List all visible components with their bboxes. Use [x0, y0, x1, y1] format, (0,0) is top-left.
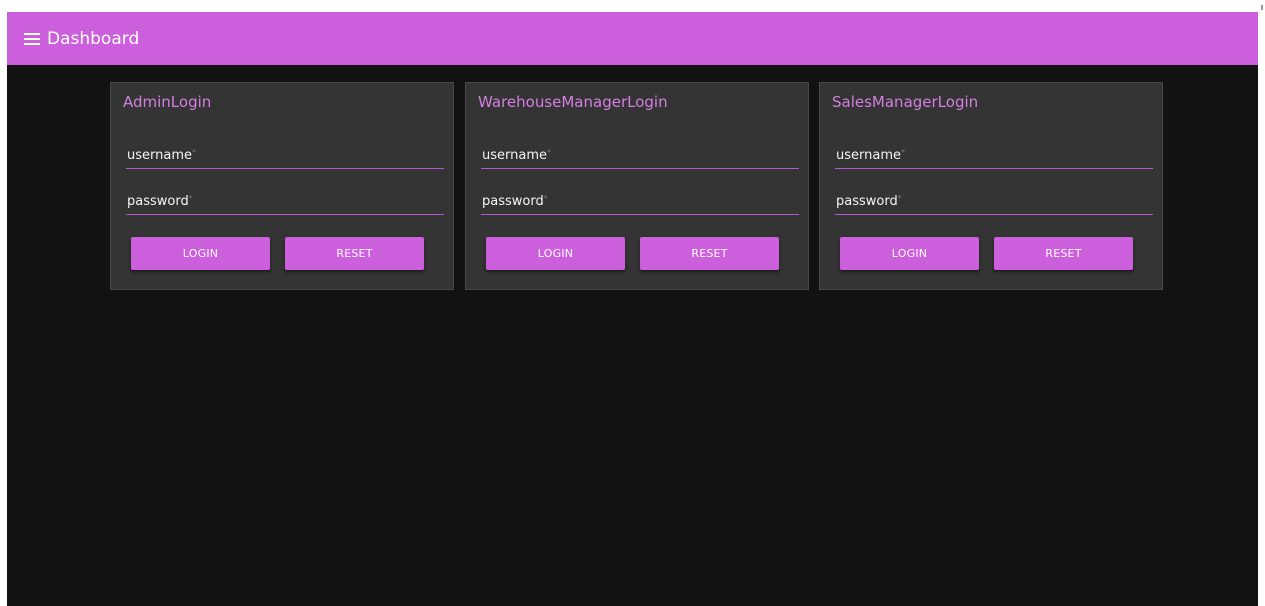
password-field[interactable]: password*	[835, 192, 1157, 216]
username-input[interactable]	[126, 146, 448, 170]
password-input[interactable]	[835, 192, 1157, 216]
toolbar-title: Dashboard	[47, 28, 140, 49]
login-button[interactable]: LOGIN	[840, 237, 979, 270]
password-input[interactable]	[481, 192, 803, 216]
reset-button[interactable]: RESET	[285, 237, 424, 270]
username-field[interactable]: username*	[481, 146, 803, 170]
sales-manager-login-card: SalesManagerLogin username* password* LO…	[819, 82, 1163, 290]
window-corner-mark	[1261, 5, 1263, 10]
warehouse-manager-login-card: WarehouseManagerLogin username* password…	[465, 82, 809, 290]
password-input[interactable]	[126, 192, 448, 216]
card-title: SalesManagerLogin	[832, 93, 979, 111]
admin-login-card: AdminLogin username* password* LOGIN RES…	[110, 82, 454, 290]
hamburger-menu-icon[interactable]	[24, 32, 40, 45]
username-input[interactable]	[835, 146, 1157, 170]
login-button[interactable]: LOGIN	[131, 237, 270, 270]
card-title: WarehouseManagerLogin	[478, 93, 668, 111]
reset-button[interactable]: RESET	[994, 237, 1133, 270]
password-field[interactable]: password*	[481, 192, 803, 216]
username-field[interactable]: username*	[835, 146, 1157, 170]
top-toolbar: Dashboard	[7, 12, 1258, 65]
username-field[interactable]: username*	[126, 146, 448, 170]
card-title: AdminLogin	[123, 93, 212, 111]
login-button[interactable]: LOGIN	[486, 237, 625, 270]
app-root: Dashboard AdminLogin username* password*…	[7, 12, 1258, 606]
reset-button[interactable]: RESET	[640, 237, 779, 270]
password-field[interactable]: password*	[126, 192, 448, 216]
username-input[interactable]	[481, 146, 803, 170]
